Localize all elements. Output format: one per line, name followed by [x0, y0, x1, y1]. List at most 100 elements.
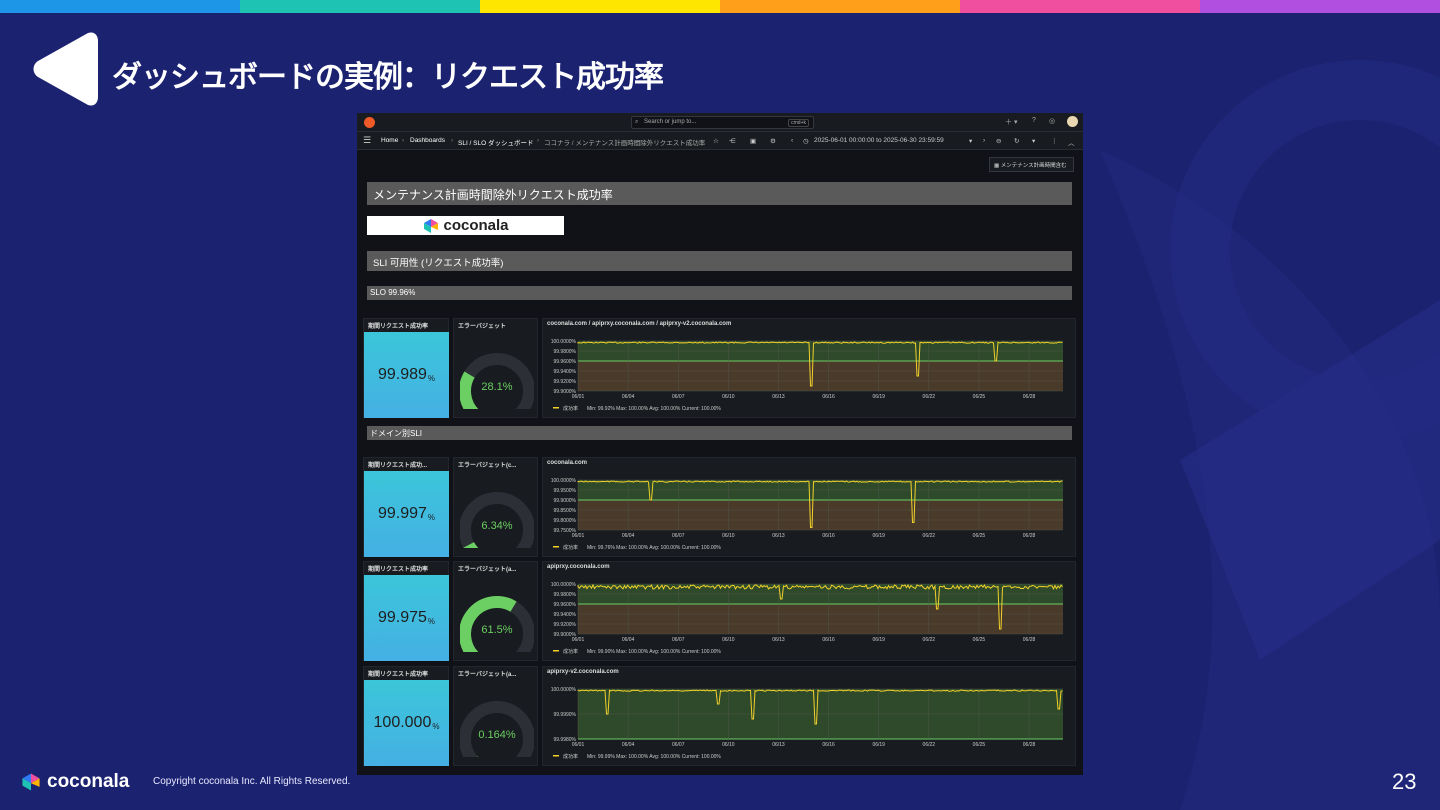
x-tick-label: 06/25: [973, 742, 986, 748]
gauge-panel[interactable]: エラーバジェット(a... 0.164%: [453, 666, 538, 766]
x-tick-label: 06/13: [772, 394, 785, 400]
chevron-right-icon[interactable]: ›: [983, 137, 985, 144]
x-tick-label: 06/19: [872, 394, 885, 400]
y-tick-label: 100.0000%: [551, 582, 577, 588]
stat-panel-title: 期間リクエスト成功率: [368, 567, 429, 573]
legend-swatch: [553, 407, 559, 409]
stat-value: 100.000: [373, 714, 432, 731]
gauge-panel[interactable]: エラーバジェット 28.1%: [453, 318, 538, 418]
star-icon[interactable]: ☆: [713, 137, 719, 145]
grafana-logo-icon[interactable]: [364, 117, 375, 128]
row-header-domain[interactable]: ドメイン別SLI: [367, 426, 1072, 440]
avatar[interactable]: [1067, 116, 1078, 127]
legend-stats: Min: 99.76% Max: 100.00% Avg: 100.00% Cu…: [587, 545, 721, 551]
x-tick-label: 06/22: [923, 742, 936, 748]
timeseries-panel[interactable]: coconala.com 100.0000% 99.9500% 99.9000% 99.…: [542, 457, 1076, 557]
copyright: Copyright coconala Inc. All Rights Reser…: [153, 776, 351, 787]
chevron-down-icon[interactable]: ▾: [969, 137, 972, 145]
y-tick-label: 99.9400%: [553, 612, 576, 618]
slide-title: ダッシュボードの実例：リクエスト成功率: [112, 61, 664, 94]
breadcrumb-dashboards[interactable]: Dashboards: [410, 137, 445, 144]
y-tick-label: 99.9000%: [553, 498, 576, 504]
x-tick-label: 06/25: [973, 533, 986, 539]
stat-panel[interactable]: 期間リクエスト成功率 100.000%: [363, 666, 449, 766]
coconala-logo-icon: [424, 218, 439, 233]
breadcrumb-folder[interactable]: SLI / SLO ダッシュボード: [458, 137, 534, 147]
x-tick-label: 06/22: [923, 637, 936, 643]
share-icon[interactable]: ⋲: [729, 137, 736, 145]
footer-brand: coconala: [47, 771, 130, 792]
collapse-icon[interactable]: ︿: [1068, 137, 1075, 147]
refresh-dropdown-icon[interactable]: ▾: [1032, 137, 1035, 145]
x-tick-label: 06/10: [722, 742, 735, 748]
y-tick-label: 99.9400%: [553, 369, 576, 375]
gauge-panel[interactable]: エラーバジェット(c... 6.34%: [453, 457, 538, 557]
gauge-arc: [460, 353, 534, 409]
plus-icon[interactable]: ＋ ▾: [1005, 117, 1017, 127]
search-input[interactable]: ⌕ Search or jump to... cmd+k: [631, 116, 814, 129]
legend-stats: Min: 99.92% Max: 100.00% Avg: 100.00% Cu…: [587, 406, 721, 412]
row-header-sli[interactable]: SLI 可用性 (リクエスト成功率): [367, 251, 1072, 271]
timeseries-chart: 100.0000% 99.9500% 99.9000% 99.8500% 99.8000…: [551, 478, 1063, 551]
stat-value: 99.997: [377, 505, 427, 522]
legend-name: 成功率: [563, 544, 578, 551]
zoom-out-icon[interactable]: ⊖: [996, 137, 1001, 145]
timeseries-chart: 100.0000% 99.9800% 99.9600% 99.9400% 99.9200…: [551, 339, 1063, 412]
timeseries-panel[interactable]: coconala.com / apiprxy.coconala.com / ap…: [542, 318, 1076, 418]
y-tick-label: 100.0000%: [551, 687, 577, 693]
gauge-panel-title: エラーバジェット: [458, 324, 506, 330]
legend-name: 成功率: [563, 753, 578, 760]
grid-icon: ▦: [994, 163, 1001, 169]
help-icon[interactable]: ?: [1032, 117, 1036, 124]
x-tick-label: 06/07: [672, 742, 685, 748]
stat-panel[interactable]: 期間リクエスト成功率 99.975%: [363, 561, 449, 661]
x-tick-label: 06/28: [1023, 533, 1036, 539]
menu-icon[interactable]: ☰: [363, 135, 371, 146]
legend-swatch: [553, 755, 559, 757]
stat-value-box: 100.000%: [364, 680, 449, 766]
coconala-banner: coconala: [367, 216, 564, 235]
y-tick-label: 99.9600%: [553, 359, 576, 365]
stat-panel[interactable]: 期間リクエスト成功率 99.989%: [363, 318, 449, 418]
x-tick-label: 06/10: [722, 394, 735, 400]
x-tick-label: 06/07: [672, 637, 685, 643]
stat-value-box: 99.975%: [364, 575, 449, 661]
grafana-top-nav: ⌕ Search or jump to... cmd+k ＋ ▾ ? ◎: [357, 113, 1083, 132]
y-tick-label: 99.8000%: [553, 518, 576, 524]
gauge-panel-title: エラーバジェット(a...: [458, 567, 517, 573]
x-tick-label: 06/07: [672, 533, 685, 539]
chevron-left-icon[interactable]: ‹: [791, 137, 793, 144]
row-header-slo[interactable]: SLO 99.96%: [367, 286, 1072, 300]
gauge-panel-title: エラーバジェット(a...: [458, 672, 517, 678]
y-tick-label: 99.9800%: [553, 592, 576, 598]
refresh-icon[interactable]: ↻: [1014, 137, 1019, 145]
x-tick-label: 06/01: [572, 394, 585, 400]
x-tick-label: 06/01: [572, 533, 585, 539]
x-tick-label: 06/04: [622, 533, 635, 539]
stat-panel[interactable]: 期間リクエスト成功... 99.997%: [363, 457, 449, 557]
x-tick-label: 06/16: [822, 742, 835, 748]
gauge-fill: [460, 596, 517, 652]
gauge-track: [460, 492, 534, 548]
x-tick-label: 06/04: [622, 637, 635, 643]
news-icon[interactable]: ◎: [1049, 117, 1055, 125]
gauge-fill: [460, 371, 479, 409]
gauge-panel[interactable]: エラーバジェット(a... 61.5%: [453, 561, 538, 661]
breadcrumb-home[interactable]: Home: [381, 137, 398, 144]
search-icon: ⌕: [635, 119, 639, 125]
time-range-picker[interactable]: 2025-06-01 00:00:00 to 2025-06-30 23:59:…: [814, 137, 944, 144]
x-tick-label: 06/16: [822, 637, 835, 643]
variable-button[interactable]: ▦ メンテナンス計画時間含む: [989, 157, 1074, 172]
save-icon[interactable]: ▣: [750, 137, 756, 145]
timeseries-panel[interactable]: apiprxy-v2.coconala.com 100.0000% 99.9990%…: [542, 666, 1076, 766]
settings-icon[interactable]: ⚙: [770, 137, 776, 145]
gauge-fill: [463, 541, 479, 548]
more-icon[interactable]: ⋮: [1051, 137, 1058, 145]
x-tick-label: 06/25: [973, 394, 986, 400]
y-tick-label: 99.9990%: [553, 712, 576, 718]
x-tick-label: 06/22: [923, 533, 936, 539]
x-tick-label: 06/04: [622, 742, 635, 748]
timeseries-panel[interactable]: apiprxy.coconala.com 100.0000% 99.9800% 99.…: [542, 561, 1076, 661]
breadcrumb-separator: ›: [451, 137, 454, 144]
y-tick-label: 99.9200%: [553, 379, 576, 385]
